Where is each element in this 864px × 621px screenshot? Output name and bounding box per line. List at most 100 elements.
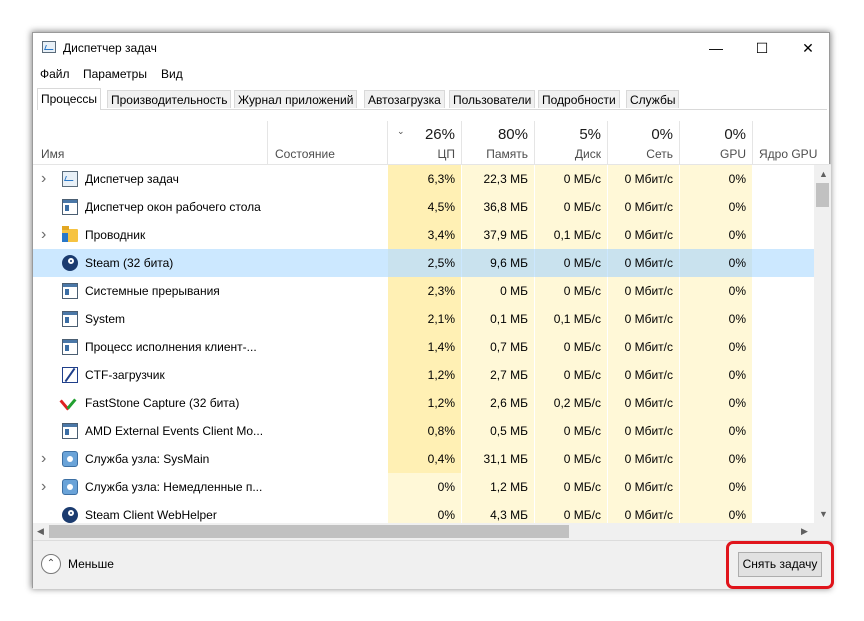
gpu-cell: 0% (728, 312, 746, 326)
tab-app-history[interactable]: Журнал приложений (234, 90, 358, 108)
table-row[interactable]: Процесс исполнения клиент-... 1,4% 0,7 МБ 0… (33, 333, 814, 361)
expand-chevron-icon[interactable]: › (41, 165, 46, 193)
maximize-button[interactable]: ☐ (739, 33, 785, 63)
process-name: Проводник (85, 228, 146, 242)
gpu-total[interactable]: 0% (681, 126, 746, 143)
vertical-scrollbar[interactable] (814, 165, 831, 523)
table-row[interactable]: Системные прерывания 2,3% 0 МБ 0 МБ/с 0 Мбит… (33, 277, 814, 305)
table-row[interactable]: AMD External Events Client Mo... 0,8% 0,5 … (33, 417, 814, 445)
menu-options[interactable]: Параметры (83, 67, 147, 81)
table-row[interactable]: › Проводник 3,4% 37,9 МБ 0,1 МБ/с 0 Мбит/с 0% (33, 221, 814, 249)
network-total[interactable]: 0% (609, 126, 673, 143)
folder-icon (62, 226, 78, 242)
chevron-up-icon[interactable]: ⌃ (41, 554, 61, 574)
table-row[interactable]: › Диспетчер задач 6,3% 22,3 МБ 0 МБ/с 0 Мбит/… (33, 165, 814, 193)
table-row[interactable]: System 2,1% 0,1 МБ 0,1 МБ/с 0 Мбит/с 0% (33, 305, 814, 333)
tab-performance[interactable]: Производительность (107, 90, 232, 108)
process-name: Системные прерывания (85, 284, 220, 298)
steam-icon (62, 255, 78, 271)
disk-cell: 0 МБ/с (563, 508, 601, 522)
memory-cell: 22,3 МБ (483, 172, 528, 186)
network-cell: 0 Мбит/с (624, 340, 673, 354)
window-icon (62, 423, 78, 439)
tab-startup[interactable]: Автозагрузка (364, 90, 445, 108)
scroll-left-icon[interactable]: ◀ (37, 526, 44, 537)
memory-cell: 37,9 МБ (483, 228, 528, 242)
tab-users[interactable]: Пользователи (449, 90, 536, 108)
process-name: Служба узла: Немедленные п... (85, 480, 263, 494)
process-name: FastStone Capture (32 бита) (85, 396, 240, 410)
table-row[interactable]: Steam Client WebHelper 0% 4,3 МБ 0 МБ/с 0 Мб… (33, 501, 814, 523)
cpu-cell: 1,2% (427, 368, 455, 382)
network-cell: 0 Мбит/с (624, 396, 673, 410)
cpu-cell: 2,1% (427, 312, 455, 326)
close-button[interactable]: ✕ (785, 33, 831, 63)
disk-total[interactable]: 5% (536, 126, 601, 143)
gpu-cell: 0% (728, 508, 746, 522)
task-manager-window: Диспетчер задач — ☐ ✕ Файл Параметры Вид… (32, 32, 831, 589)
menu-view[interactable]: Вид (161, 67, 183, 81)
gear-icon (62, 451, 78, 467)
process-name: CTF-загрузчик (85, 368, 165, 382)
table-row[interactable]: › Служба узла: SysMain 0,4% 31,1 МБ 0 МБ/с 0 … (33, 445, 814, 473)
column-separator (267, 121, 268, 164)
expand-chevron-icon[interactable]: › (41, 221, 46, 249)
cpu-cell: 3,4% (427, 228, 455, 242)
gpu-cell: 0% (728, 284, 746, 298)
tab-details[interactable]: Подробности (538, 90, 620, 108)
column-network-header[interactable]: Сеть (609, 147, 673, 161)
network-cell: 0 Мбит/с (624, 172, 673, 186)
gpu-cell: 0% (728, 368, 746, 382)
title-bar: Диспетчер задач — ☐ ✕ (33, 33, 829, 63)
column-disk-header[interactable]: Диск (536, 147, 601, 161)
column-memory-header[interactable]: Память (463, 147, 528, 161)
table-row[interactable]: Диспетчер окон рабочего стола 4,5% 36,8 МБ… (33, 193, 814, 221)
task-manager-icon (42, 41, 56, 53)
horizontal-scroll-thumb[interactable] (49, 525, 569, 538)
column-gpu-header[interactable]: GPU (681, 147, 746, 161)
disk-cell: 0,2 МБ/с (553, 396, 601, 410)
expand-chevron-icon[interactable]: › (41, 445, 46, 473)
tab-processes[interactable]: Процессы (37, 88, 102, 110)
menu-file[interactable]: Файл (40, 67, 70, 81)
tab-services[interactable]: Службы (626, 90, 680, 108)
disk-cell: 0 МБ/с (563, 424, 601, 438)
fewer-details-link[interactable]: Меньше (68, 557, 114, 571)
column-gpu-engine-header[interactable]: Ядро GPU (759, 147, 817, 161)
footer-bar (33, 540, 831, 589)
network-cell: 0 Мбит/с (624, 256, 673, 270)
vertical-scroll-thumb[interactable] (816, 183, 829, 207)
table-row[interactable]: › Служба узла: Немедленные п... 0% 1,2 МБ 0 … (33, 473, 814, 501)
expand-chevron-icon[interactable]: › (41, 473, 46, 501)
window-title: Диспетчер задач (63, 41, 157, 55)
disk-cell: 0 МБ/с (563, 480, 601, 494)
memory-cell: 0,5 МБ (490, 424, 528, 438)
network-cell: 0 Мбит/с (624, 284, 673, 298)
memory-cell: 0,1 МБ (490, 312, 528, 326)
column-status-header[interactable]: Состояние (275, 147, 335, 161)
scroll-down-icon[interactable]: ▼ (819, 509, 828, 519)
disk-cell: 0 МБ/с (563, 368, 601, 382)
disk-cell: 0 МБ/с (563, 200, 601, 214)
table-row[interactable]: CTF-загрузчик 1,2% 2,7 МБ 0 МБ/с 0 Мбит/с 0% (33, 361, 814, 389)
scroll-right-icon[interactable]: ▶ (801, 526, 808, 537)
disk-cell: 0 МБ/с (563, 340, 601, 354)
column-separator (534, 121, 535, 164)
column-name-header[interactable]: Имя (41, 147, 64, 161)
column-cpu-header[interactable]: ЦП (403, 147, 455, 161)
cpu-cell: 1,2% (427, 396, 455, 410)
column-separator (387, 121, 388, 164)
cpu-cell: 2,5% (427, 256, 455, 270)
cpu-cell: 0,4% (427, 452, 455, 466)
gpu-cell: 0% (728, 396, 746, 410)
table-row[interactable]: FastStone Capture (32 бита) 1,2% 2,6 МБ 0,2… (33, 389, 814, 417)
menu-bar: Файл Параметры Вид (33, 64, 829, 84)
table-row[interactable]: Steam (32 бита) 2,5% 9,6 МБ 0 МБ/с 0 Мбит/с 0… (33, 249, 814, 277)
memory-cell: 31,1 МБ (483, 452, 528, 466)
memory-cell: 4,3 МБ (490, 508, 528, 522)
memory-total[interactable]: 80% (463, 126, 528, 143)
disk-cell: 0,1 МБ/с (553, 228, 601, 242)
scroll-up-icon[interactable]: ▲ (819, 169, 828, 179)
cpu-total[interactable]: 26% (403, 126, 455, 143)
minimize-button[interactable]: — (693, 33, 739, 63)
